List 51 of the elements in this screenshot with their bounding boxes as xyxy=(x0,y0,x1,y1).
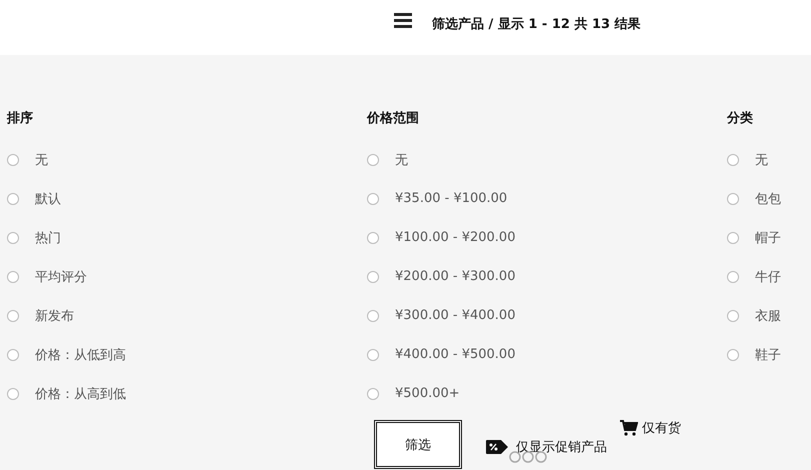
filter-heading: 分类 xyxy=(727,110,754,127)
option-label[interactable]: 默认 xyxy=(35,190,61,208)
radio-button[interactable] xyxy=(367,270,379,282)
option-label[interactable]: 无 xyxy=(755,150,768,168)
option-label[interactable]: 无 xyxy=(395,150,408,168)
option-label[interactable]: 鞋子 xyxy=(755,346,781,364)
option-label[interactable]: ¥200.00 - ¥300.00 xyxy=(395,269,516,284)
sale-only-label[interactable]: 仅显示促销产品 xyxy=(516,438,607,456)
radio-button[interactable] xyxy=(367,388,379,400)
option-label[interactable]: 价格：从高到低 xyxy=(35,384,126,402)
radio-button[interactable] xyxy=(7,232,19,244)
option-label[interactable]: 牛仔 xyxy=(755,268,781,286)
radio-button[interactable] xyxy=(7,388,19,400)
filter-heading: 价格范围 xyxy=(367,110,420,127)
option-label[interactable]: 包包 xyxy=(755,190,781,208)
radio-button[interactable] xyxy=(7,310,19,322)
radio-button[interactable] xyxy=(367,310,379,322)
option-label[interactable]: 热门 xyxy=(35,228,61,246)
option-label[interactable]: ¥500.00+ xyxy=(395,386,460,401)
option-label[interactable]: 新发布 xyxy=(35,306,74,324)
option-label[interactable]: ¥400.00 - ¥500.00 xyxy=(395,347,516,362)
loading-icon xyxy=(509,451,547,463)
radio-button[interactable] xyxy=(367,154,379,166)
filter-button[interactable]: 筛选 xyxy=(374,420,462,469)
menu-icon[interactable] xyxy=(394,12,412,28)
radio-button[interactable] xyxy=(7,270,19,282)
radio-button[interactable] xyxy=(7,192,19,204)
radio-button[interactable] xyxy=(367,348,379,360)
option-label[interactable]: 衣服 xyxy=(755,306,781,324)
option-label[interactable]: 价格：从低到高 xyxy=(35,346,126,364)
radio-button[interactable] xyxy=(7,154,19,166)
radio-button[interactable] xyxy=(367,192,379,204)
filter-heading: 排序 xyxy=(7,110,34,127)
cart-icon xyxy=(620,420,638,436)
radio-button[interactable] xyxy=(7,348,19,360)
radio-button[interactable] xyxy=(727,270,739,282)
radio-button[interactable] xyxy=(367,232,379,244)
option-label[interactable]: ¥300.00 - ¥400.00 xyxy=(395,308,516,323)
tag-icon xyxy=(486,440,508,454)
option-label[interactable]: ¥35.00 - ¥100.00 xyxy=(395,191,508,206)
option-label[interactable]: 平均评分 xyxy=(35,268,87,286)
radio-button[interactable] xyxy=(727,232,739,244)
option-label[interactable]: 无 xyxy=(35,150,48,168)
radio-button[interactable] xyxy=(727,154,739,166)
radio-button[interactable] xyxy=(727,348,739,360)
option-label[interactable]: ¥100.00 - ¥200.00 xyxy=(395,230,516,245)
radio-button[interactable] xyxy=(727,192,739,204)
in-stock-label[interactable]: 仅有货 xyxy=(642,419,681,437)
radio-button[interactable] xyxy=(727,310,739,322)
results-title: 筛选产品 / 显示 1 - 12 共 13 结果 xyxy=(432,16,641,32)
option-label[interactable]: 帽子 xyxy=(755,228,781,246)
